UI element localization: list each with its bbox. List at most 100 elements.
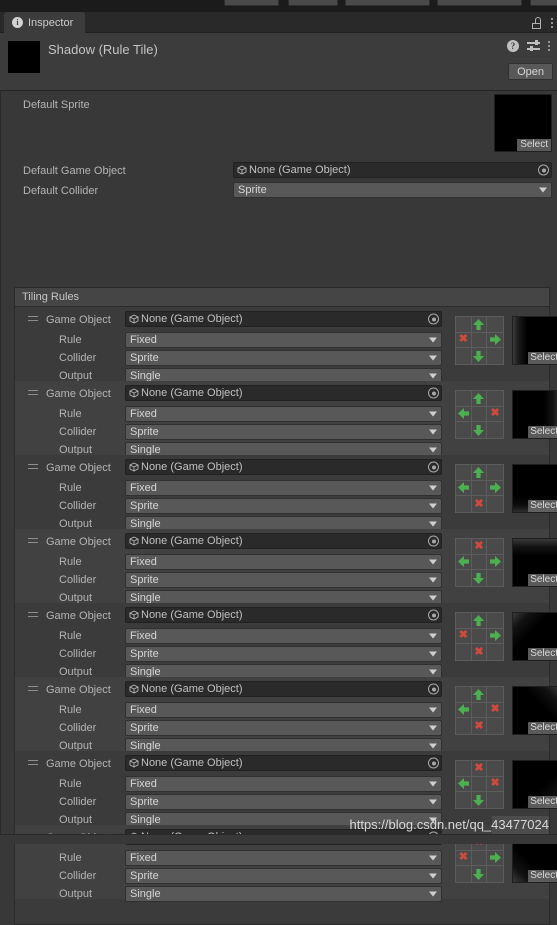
rule-rule-dropdown[interactable]: Fixed xyxy=(125,702,442,718)
matrix-cell[interactable] xyxy=(487,613,503,629)
drag-handle[interactable] xyxy=(28,390,38,396)
matrix-cell[interactable] xyxy=(471,613,488,629)
matrix-cell[interactable] xyxy=(471,391,488,407)
matrix-cell[interactable] xyxy=(456,702,472,719)
rule-rule-dropdown[interactable]: Fixed xyxy=(125,406,442,422)
drag-handle[interactable] xyxy=(28,760,38,766)
matrix-cell[interactable] xyxy=(471,628,488,645)
rule-collider-dropdown[interactable]: Sprite xyxy=(125,868,442,884)
default-sprite-preview[interactable]: Select xyxy=(494,94,552,152)
matrix-cell[interactable] xyxy=(456,465,472,481)
lock-icon[interactable] xyxy=(531,16,542,29)
matrix-cell[interactable] xyxy=(487,422,503,438)
rule-sprite-select-label[interactable]: Select xyxy=(528,648,557,660)
drag-handle[interactable] xyxy=(28,316,38,322)
rule-rule-dropdown[interactable]: Fixed xyxy=(125,480,442,496)
matrix-cell[interactable] xyxy=(456,687,472,703)
rule-sprite-preview[interactable]: Select xyxy=(512,316,557,365)
rule-rule-dropdown[interactable]: Fixed xyxy=(125,776,442,792)
rule-game-object-field[interactable]: None (Game Object) xyxy=(125,607,442,623)
rule-game-object-field[interactable]: None (Game Object) xyxy=(125,533,442,549)
matrix-cell[interactable] xyxy=(487,348,503,364)
tab-inspector[interactable]: i Inspector xyxy=(4,12,86,33)
matrix-cell[interactable] xyxy=(487,555,503,571)
rule-rule-dropdown[interactable]: Fixed xyxy=(125,332,442,348)
object-picker-icon[interactable] xyxy=(428,609,439,621)
matrix-cell[interactable] xyxy=(487,644,503,660)
toolbar-button-3[interactable] xyxy=(345,0,430,6)
matrix-cell[interactable] xyxy=(471,317,488,333)
matrix-cell[interactable] xyxy=(456,539,472,555)
toolbar-button-5[interactable] xyxy=(530,0,557,6)
rule-collider-dropdown[interactable]: Sprite xyxy=(125,794,442,810)
matrix-cell[interactable]: ✖ xyxy=(472,496,488,512)
matrix-cell[interactable] xyxy=(456,496,472,512)
rule-sprite-preview[interactable]: Select xyxy=(512,390,557,439)
matrix-cell[interactable] xyxy=(487,539,503,555)
rule-rule-dropdown[interactable]: Fixed xyxy=(125,628,442,644)
matrix-cell[interactable] xyxy=(456,554,472,571)
rule-sprite-select-label[interactable]: Select xyxy=(528,870,557,882)
matrix-cell[interactable] xyxy=(456,406,472,423)
rule-neighbour-matrix[interactable]: ✖ xyxy=(455,538,504,587)
rule-sprite-preview[interactable]: Select xyxy=(512,464,557,513)
default-collider-dropdown[interactable]: Sprite xyxy=(233,182,552,198)
rule-rule-dropdown[interactable]: Fixed xyxy=(125,850,442,866)
matrix-cell[interactable]: ✖ xyxy=(487,407,503,423)
matrix-cell[interactable] xyxy=(472,570,488,586)
matrix-cell[interactable] xyxy=(471,702,488,719)
drag-handle[interactable] xyxy=(28,686,38,692)
matrix-cell[interactable] xyxy=(471,687,488,703)
toolbar-button-2[interactable] xyxy=(288,0,338,6)
matrix-cell[interactable] xyxy=(487,333,503,349)
default-sprite-select-label[interactable]: Select xyxy=(517,139,551,151)
matrix-cell[interactable] xyxy=(456,718,472,734)
matrix-cell[interactable] xyxy=(472,792,488,808)
matrix-cell[interactable]: ✖ xyxy=(456,850,472,867)
rule-neighbour-matrix[interactable]: ✖ xyxy=(455,390,504,439)
rule-game-object-field[interactable]: None (Game Object) xyxy=(125,385,442,401)
rule-sprite-select-label[interactable]: Select xyxy=(528,574,557,586)
rule-neighbour-matrix[interactable]: ✖✖ xyxy=(455,686,504,735)
rule-neighbour-matrix[interactable]: ✖ xyxy=(455,464,504,513)
matrix-cell[interactable] xyxy=(471,465,488,481)
matrix-cell[interactable] xyxy=(456,348,472,364)
matrix-cell[interactable] xyxy=(471,850,488,867)
matrix-cell[interactable] xyxy=(487,391,503,407)
rule-neighbour-matrix[interactable]: ✖✖ xyxy=(455,760,504,809)
matrix-cell[interactable]: ✖ xyxy=(471,539,488,555)
default-game-object-field[interactable]: None (Game Object) xyxy=(233,162,552,178)
matrix-cell[interactable] xyxy=(472,866,488,882)
object-picker-icon[interactable] xyxy=(428,757,439,769)
matrix-cell[interactable] xyxy=(487,687,503,703)
drag-handle[interactable] xyxy=(28,538,38,544)
rule-sprite-select-label[interactable]: Select xyxy=(528,500,557,512)
rule-sprite-preview[interactable]: Select xyxy=(512,538,557,587)
matrix-cell[interactable]: ✖ xyxy=(487,703,503,719)
matrix-cell[interactable] xyxy=(487,481,503,497)
matrix-cell[interactable] xyxy=(456,480,472,497)
matrix-cell[interactable] xyxy=(456,776,472,793)
matrix-cell[interactable] xyxy=(456,761,472,777)
matrix-cell[interactable] xyxy=(471,776,488,793)
help-icon[interactable]: ? xyxy=(507,40,519,52)
object-picker-icon[interactable] xyxy=(538,164,549,176)
rule-collider-dropdown[interactable]: Sprite xyxy=(125,572,442,588)
matrix-cell[interactable] xyxy=(472,422,488,438)
rule-collider-dropdown[interactable]: Sprite xyxy=(125,646,442,662)
open-button[interactable]: Open xyxy=(508,63,553,80)
matrix-cell[interactable] xyxy=(471,332,488,349)
matrix-cell[interactable] xyxy=(487,851,503,867)
matrix-cell[interactable]: ✖ xyxy=(456,628,472,645)
matrix-cell[interactable] xyxy=(456,644,472,660)
matrix-cell[interactable] xyxy=(487,629,503,645)
matrix-cell[interactable] xyxy=(487,317,503,333)
matrix-cell[interactable]: ✖ xyxy=(472,644,488,660)
rule-neighbour-matrix[interactable]: ✖ xyxy=(455,316,504,365)
matrix-cell[interactable]: ✖ xyxy=(472,718,488,734)
rule-collider-dropdown[interactable]: Sprite xyxy=(125,350,442,366)
matrix-cell[interactable] xyxy=(456,422,472,438)
object-picker-icon[interactable] xyxy=(428,387,439,399)
matrix-cell[interactable] xyxy=(487,718,503,734)
rule-game-object-field[interactable]: None (Game Object) xyxy=(125,681,442,697)
